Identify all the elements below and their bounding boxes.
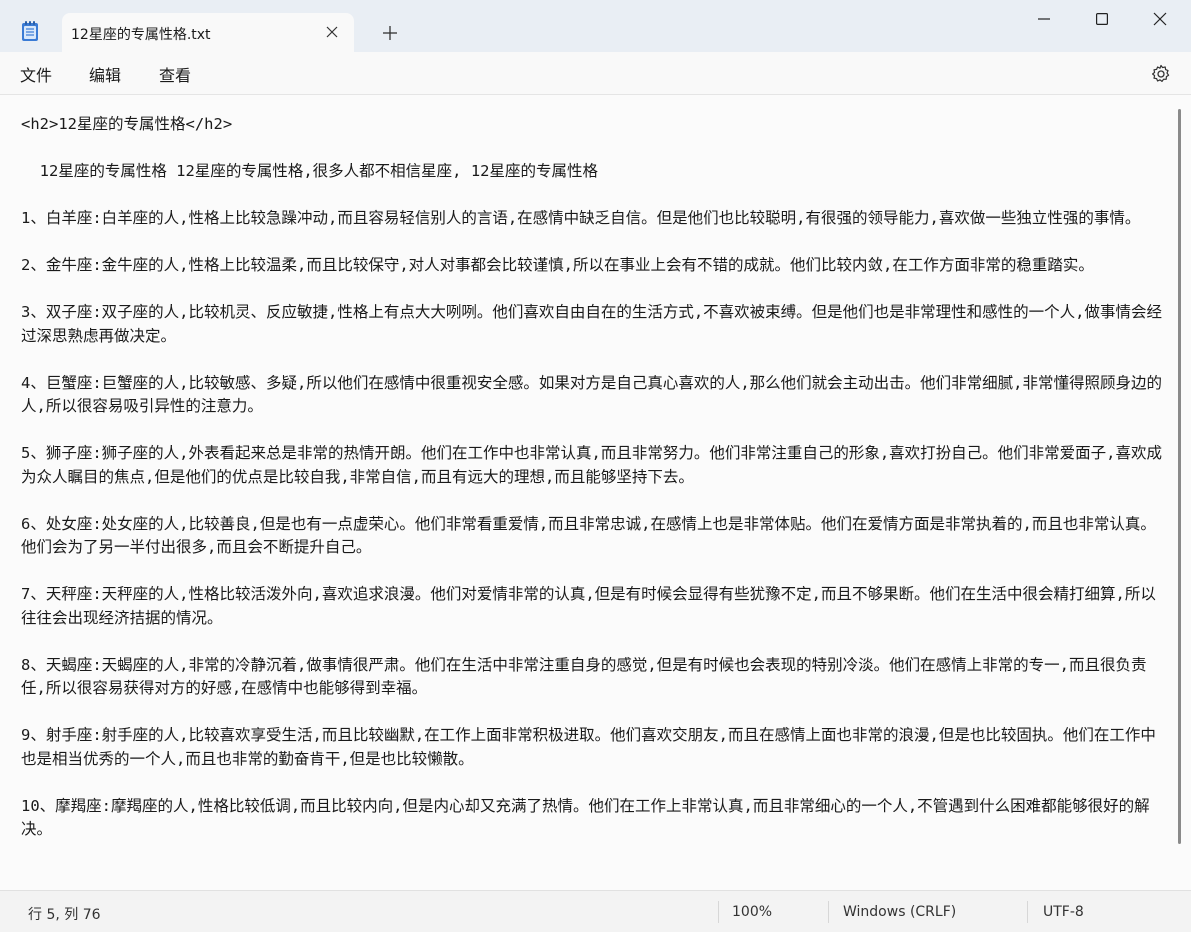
menu-edit[interactable]: 编辑	[89, 62, 121, 86]
zoom-level[interactable]: 100%	[732, 904, 772, 920]
new-tab-button[interactable]	[377, 20, 403, 46]
gear-icon	[1152, 64, 1170, 82]
settings-button[interactable]	[1148, 61, 1174, 87]
close-window-button[interactable]	[1145, 4, 1175, 34]
status-divider	[718, 901, 719, 923]
status-divider	[1027, 901, 1028, 923]
tab-title: 12星座的专属性格.txt	[71, 27, 211, 43]
maximize-button[interactable]	[1087, 4, 1117, 34]
minimize-button[interactable]	[1029, 4, 1059, 34]
title-bar: 12星座的专属性格.txt	[0, 0, 1191, 52]
status-divider	[828, 901, 829, 923]
notepad-icon	[20, 20, 40, 42]
minimize-icon	[1038, 18, 1050, 20]
encoding[interactable]: UTF-8	[1043, 904, 1084, 920]
close-icon	[326, 26, 338, 38]
close-tab-button[interactable]	[320, 20, 344, 44]
vertical-scrollbar[interactable]	[1178, 109, 1181, 844]
menu-file[interactable]: 文件	[20, 62, 52, 86]
close-icon	[1153, 12, 1167, 26]
document-tab[interactable]: 12星座的专属性格.txt	[62, 13, 354, 52]
maximize-icon	[1096, 13, 1108, 25]
document-text[interactable]: <h2>12星座的专属性格</h2> 12星座的专属性格 12星座的专属性格,很…	[21, 113, 1171, 842]
text-editor[interactable]: <h2>12星座的专属性格</h2> 12星座的专属性格 12星座的专属性格,很…	[0, 94, 1191, 891]
menu-view[interactable]: 查看	[159, 62, 191, 86]
status-bar: 行 5, 列 76 100% Windows (CRLF) UTF-8	[0, 890, 1191, 932]
line-ending[interactable]: Windows (CRLF)	[843, 904, 956, 920]
plus-icon	[383, 26, 397, 40]
cursor-position: 行 5, 列 76	[28, 907, 101, 923]
menu-bar: 文件 编辑 查看	[0, 52, 1191, 94]
